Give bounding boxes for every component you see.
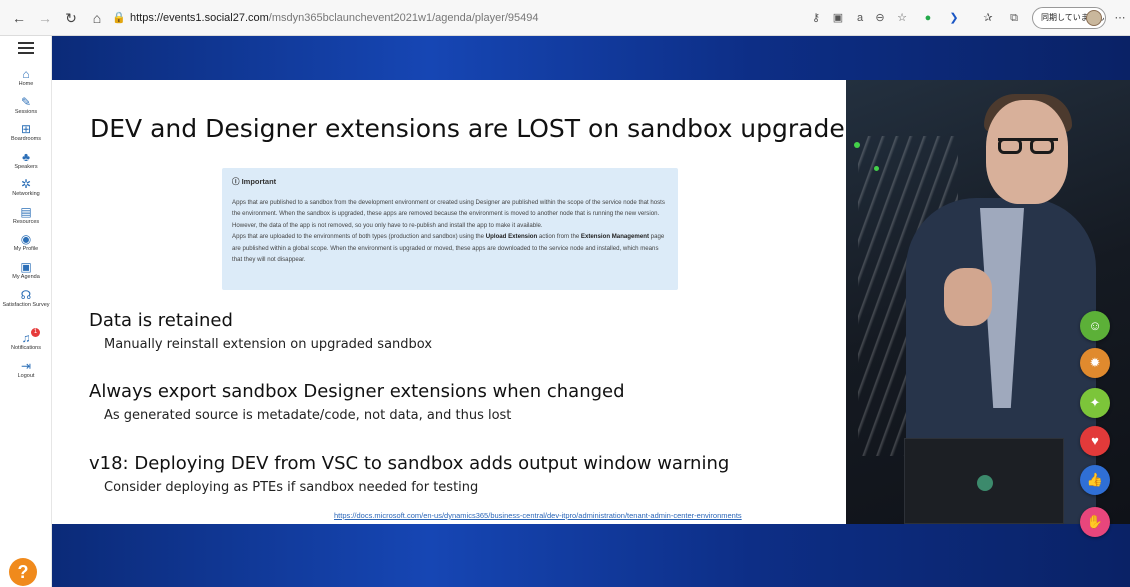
reaction-heart-button[interactable]: ♥ [1080,426,1110,456]
sidebar-item-label: Notifications [11,345,41,351]
point-sub: Manually reinstall extension on upgraded… [104,337,433,352]
sidebar-item-home[interactable]: ⌂ Home [0,68,52,88]
note-heading-text: Important [241,177,277,186]
notification-badge: 1 [31,328,40,337]
survey-icon: ☊ [20,288,32,302]
favorite-add-icon[interactable]: ☆ [894,10,910,26]
address-bar[interactable]: 🔒 https://events1.social27.com/msdyn365bc… [112,6,802,30]
refresh-icon[interactable]: ↻ [62,9,80,27]
sidebar-item-label: Satisfaction Survey [2,302,50,308]
help-button[interactable]: ? [9,558,37,586]
sidebar-item-label: My Agenda [12,274,40,280]
sidebar-item-boardrooms[interactable]: ⊞ Boardrooms [0,123,52,143]
note-paragraph-2: Apps that are uploaded to the environmen… [232,231,668,265]
speaker-video [846,80,1130,524]
sidebar-item-resources[interactable]: ▤ Resources [0,206,52,226]
sidebar-item-my-profile[interactable]: ◉ My Profile [0,233,52,253]
boardroom-icon: ⊞ [20,122,32,136]
sidebar-item-label: Networking [12,191,40,197]
profile-icon: ◉ [20,232,32,246]
video-backdrop-bottom [52,524,1130,587]
pencil-icon: ✎ [20,95,32,109]
network-icon: ✲ [20,177,32,191]
reaction-clap-button[interactable]: ✋ [1080,507,1110,537]
docs-link[interactable]: https://docs.microsoft.com/en-us/dynamic… [334,511,742,520]
zoom-icon[interactable]: ⊖ [872,10,888,26]
video-backdrop-top [52,36,1130,80]
speaker-icon: ♣ [22,150,30,164]
laptop [904,438,1064,524]
point-sub: Consider deploying as PTEs if sandbox ne… [104,480,479,495]
slide-title: DEV and Designer extensions are LOST on … [90,114,845,143]
avatar [1086,10,1102,26]
hamburger-menu-icon[interactable] [18,42,34,56]
resources-icon: ▤ [20,205,32,219]
studio-indicator-light [874,166,879,171]
sidebar-item-label: Boardrooms [11,136,41,142]
favorites-icon[interactable]: ✰ [980,10,996,26]
point-heading: v18: Deploying DEV from VSC to sandbox a… [89,453,730,474]
sidebar-item-label: Logout [17,373,35,379]
speaker-glasses [998,138,1058,154]
note-bold: Extension Management [580,233,649,241]
studio-indicator-light [854,142,860,148]
info-icon: ⓘ [232,177,242,186]
home-browser-icon[interactable]: ⌂ [88,9,106,27]
url-path: /msdyn365bclaunchevent2021w1/agenda/play… [268,12,539,24]
reaction-smile-button[interactable]: ☺ [1080,311,1110,341]
app-available-icon[interactable]: ▣ [830,10,846,26]
point-heading: Data is retained [89,310,233,331]
video-player[interactable]: DEV and Designer extensions are LOST on … [52,36,1130,587]
browser-toolbar: ← → ↻ ⌂ 🔒 https://events1.social27.com/ms… [0,0,1130,36]
extension-green-icon[interactable]: ● [920,10,936,26]
note-heading: ⓘ Important [232,176,668,187]
more-icon[interactable]: ⋯ [1112,10,1128,26]
reaction-celebrate-button[interactable]: ✦ [1080,388,1110,418]
presentation-slide: DEV and Designer extensions are LOST on … [52,80,846,524]
sidebar-item-label: My Profile [13,246,39,252]
important-note: ⓘ Important Apps that are published to a… [222,168,678,290]
sidebar-item-notifications[interactable]: ♫ 1 Notifications [0,328,52,352]
agenda-icon: ▣ [20,260,32,274]
point-sub: As generated source is metadate/code, no… [104,408,512,423]
event-sidebar: ⌂ Home ✎ Sessions ⊞ Boardrooms ♣ Speaker… [0,36,52,587]
sidebar-item-label: Sessions [14,109,38,115]
logout-icon: ⇥ [20,359,32,373]
sidebar-item-label: Speakers [14,164,38,170]
sidebar-item-logout[interactable]: ⇥ Logout [0,360,52,380]
extension-blue-icon[interactable]: ❯ [946,10,962,26]
sidebar-item-my-agenda[interactable]: ▣ My Agenda [0,261,52,281]
collections-icon[interactable]: ⧉ [1006,10,1022,26]
back-arrow-icon[interactable]: ← [10,9,28,27]
point-heading: Always export sandbox Designer extension… [89,381,625,402]
reaction-idea-button[interactable]: ✹ [1080,348,1110,378]
sidebar-item-speakers[interactable]: ♣ Speakers [0,151,52,171]
home-icon: ⌂ [22,67,30,81]
note-text: Apps that are uploaded to the environmen… [232,233,486,241]
note-bold: Upload Extension [485,233,538,241]
note-text: action from the [537,233,581,241]
sidebar-item-satisfaction-survey[interactable]: ☊ Satisfaction Survey [0,289,52,309]
forward-arrow-icon[interactable]: → [36,9,54,27]
speaker-hand [944,268,992,326]
note-paragraph-1: Apps that are published to a sandbox fro… [232,199,665,229]
sidebar-item-label: Home [18,81,34,87]
lock-icon: 🔒 [112,12,126,24]
profile-button[interactable]: 同期していません [1032,7,1106,29]
sidebar-item-sessions[interactable]: ✎ Sessions [0,96,52,116]
key-icon[interactable]: ⚷ [808,10,824,26]
reaction-like-button[interactable]: 👍 [1080,465,1110,495]
sidebar-item-label: Resources [12,219,40,225]
laptop-logo [977,475,993,491]
url-host: https://events1.social27.com [130,12,269,24]
sidebar-item-networking[interactable]: ✲ Networking [0,178,52,198]
read-aloud-icon[interactable]: a [852,10,868,26]
